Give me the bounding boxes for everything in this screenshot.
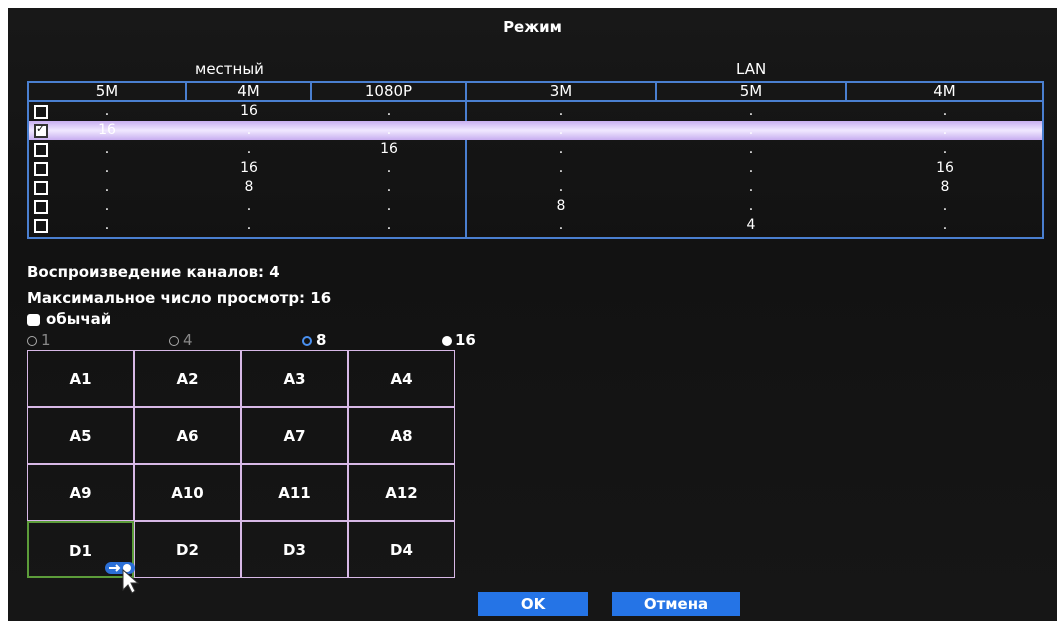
channel-cell[interactable]: A10 (134, 464, 241, 521)
table-cell: . (558, 179, 564, 195)
mode-row[interactable]: 16..... (29, 121, 1042, 140)
checkbox-icon[interactable] (34, 143, 48, 157)
table-cell: . (558, 122, 564, 138)
table-cell: 16 (98, 122, 116, 138)
table-cell: 8 (940, 179, 950, 195)
split-label: 1 (41, 331, 51, 349)
checkbox-icon[interactable] (34, 105, 48, 119)
table-cell: . (942, 217, 948, 233)
table-cell: . (942, 198, 948, 214)
table-cell: 16 (380, 141, 398, 157)
checkbox-icon[interactable] (34, 181, 48, 195)
max-view-text: Максимальное число просмотр: 16 (27, 289, 332, 307)
table-cell: . (748, 103, 754, 119)
table-cell: . (558, 217, 564, 233)
channel-cell[interactable]: D2 (134, 521, 241, 578)
channel-cell[interactable]: A6 (134, 407, 241, 464)
ok-button[interactable]: OK (478, 592, 588, 616)
channel-cell[interactable]: A4 (348, 350, 455, 407)
playback-channels-text: Воспроизведение каналов: 4 (27, 263, 280, 281)
split-label: 16 (455, 331, 476, 349)
mode-row[interactable]: . 16.... (29, 102, 1042, 121)
channel-cell[interactable]: A9 (27, 464, 134, 521)
split-label: 4 (183, 331, 193, 349)
channel-cell[interactable]: A12 (348, 464, 455, 521)
column-header: 4M (187, 83, 312, 102)
channel-cell[interactable]: A8 (348, 407, 455, 464)
split-label: 8 (316, 331, 327, 349)
table-cell: . (104, 141, 110, 157)
radio-icon (27, 336, 37, 346)
channel-grid: A1 A2 A3 A4 A5 A6 A7 A8 A9 A10 A11 A12 D1 D2 D3 D4 (27, 350, 457, 578)
table-cell: . (558, 160, 564, 176)
mode-dialog: Режим местный LAN 5M 4M 1080P 3M 5M 4M .… (8, 8, 1057, 621)
table-cell: . (104, 198, 110, 214)
column-header: 4M (847, 83, 1042, 102)
checkbox-icon[interactable] (34, 162, 48, 176)
table-cell: . (558, 141, 564, 157)
checkbox-checked-icon[interactable] (34, 122, 48, 138)
table-cell: . (748, 122, 754, 138)
checkbox-icon[interactable] (34, 219, 48, 233)
group-label-lan: LAN (736, 60, 767, 78)
table-cell: . (748, 198, 754, 214)
mode-row[interactable]: . 16... 16 (29, 159, 1042, 178)
column-header: 5M (29, 83, 187, 102)
table-cell: 4 (746, 217, 756, 233)
radio-selected-icon (442, 336, 452, 346)
table-cell: . (386, 160, 392, 176)
table-cell: . (104, 217, 110, 233)
normal-checkbox[interactable] (27, 314, 40, 326)
table-cell: . (246, 198, 252, 214)
cancel-button[interactable]: Отмена (612, 592, 740, 616)
mode-row[interactable]: . 8... 8 (29, 178, 1042, 197)
mode-table: 5M 4M 1080P 3M 5M 4M .16....16.......16.… (27, 81, 1044, 239)
table-cell: . (386, 217, 392, 233)
channel-cell[interactable]: A5 (27, 407, 134, 464)
table-cell: . (246, 122, 252, 138)
table-cell: 8 (244, 179, 254, 195)
channel-cell[interactable]: A2 (134, 350, 241, 407)
table-cell: . (942, 141, 948, 157)
table-cell: 8 (556, 198, 566, 214)
table-cell: 16 (240, 103, 258, 119)
table-cell: . (386, 103, 392, 119)
table-cell: . (104, 179, 110, 195)
table-cell: . (748, 179, 754, 195)
normal-label: обычай (46, 310, 112, 328)
channel-cell[interactable]: D4 (348, 521, 455, 578)
mouse-cursor-icon (105, 562, 140, 594)
dialog-title: Режим (503, 18, 562, 36)
table-cell: 16 (240, 160, 258, 176)
checkbox-icon[interactable] (34, 200, 48, 214)
channel-cell[interactable]: A3 (241, 350, 348, 407)
table-cell: . (942, 122, 948, 138)
channel-cell[interactable]: D3 (241, 521, 348, 578)
table-cell: . (246, 217, 252, 233)
radio-icon (169, 336, 179, 346)
mode-row[interactable]: .... 4. (29, 216, 1042, 235)
table-cell: . (558, 103, 564, 119)
column-header: 1080P (312, 83, 465, 102)
table-cell: . (386, 122, 392, 138)
mode-row[interactable]: ... 8.. (29, 197, 1042, 216)
table-cell: . (386, 198, 392, 214)
table-cell: 16 (936, 160, 954, 176)
group-label-local: местный (195, 60, 264, 78)
channel-cell[interactable]: A7 (241, 407, 348, 464)
table-cell: . (748, 141, 754, 157)
table-cell: . (942, 103, 948, 119)
channel-cell[interactable]: A1 (27, 350, 134, 407)
table-cell: . (748, 160, 754, 176)
radio-icon (302, 336, 312, 346)
channel-cell[interactable]: A11 (241, 464, 348, 521)
table-cell: . (246, 141, 252, 157)
table-cell: . (386, 179, 392, 195)
mode-row[interactable]: .. 16... (29, 140, 1042, 159)
column-header: 5M (657, 83, 847, 102)
table-cell: . (104, 103, 110, 119)
column-header: 3M (467, 83, 657, 102)
table-cell: . (104, 160, 110, 176)
